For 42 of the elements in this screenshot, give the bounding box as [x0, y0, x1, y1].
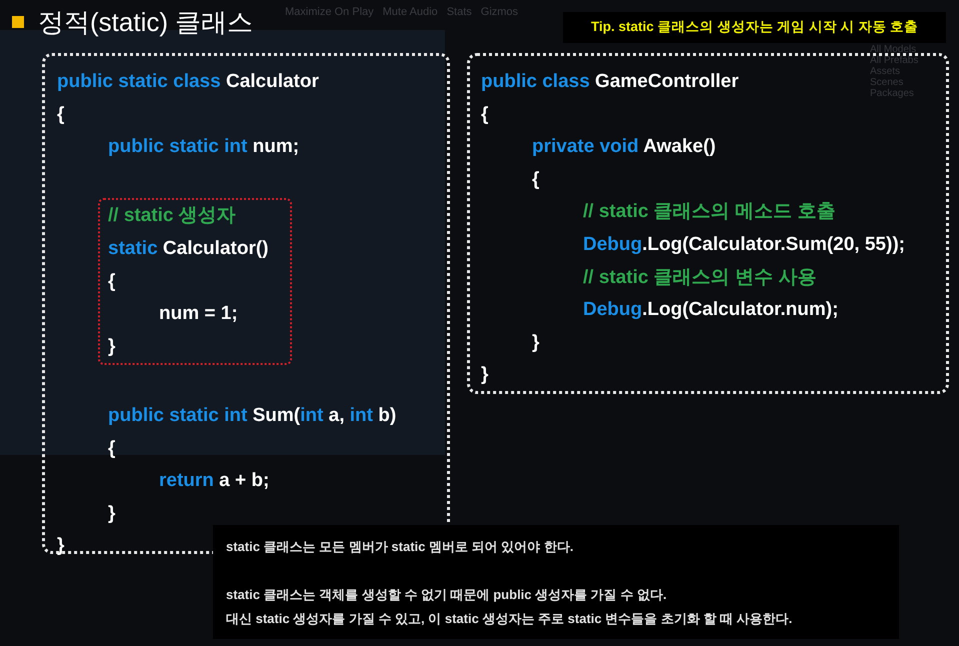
slide-title: 정적(static) 클래스: [38, 6, 254, 38]
code-text: GameController: [594, 70, 739, 94]
code-keyword: Debug: [583, 233, 642, 258]
code-text: {: [108, 436, 116, 461]
code-text: }: [108, 334, 116, 359]
code-comment: // static 클래스의 변수 사용: [583, 266, 816, 290]
code-text: Sum(: [252, 404, 300, 428]
caption-text: 대신 static 생성자를 가질 수 있고, 이 static 생성자는 주로 static 변수들을 초기화 할 때 사용한다.: [226, 610, 794, 628]
code-text: {: [481, 102, 488, 127]
code-text: {: [532, 168, 540, 192]
code-text: num;: [252, 135, 300, 160]
bullet-square: [12, 16, 24, 28]
code-text: }: [481, 363, 488, 388]
code-text: }: [532, 330, 540, 355]
code-keyword: public class: [481, 70, 590, 94]
code-keyword: public static class: [57, 70, 221, 94]
code-text: {: [108, 270, 116, 294]
code-keyword: Debug: [583, 298, 642, 322]
code-keyword: private void: [532, 135, 639, 160]
code-keyword: static: [108, 237, 158, 262]
code-keyword: public static int: [108, 135, 248, 160]
code-keyword: return: [159, 469, 214, 494]
code-text: a,: [328, 404, 346, 428]
code-text: num = 1;: [159, 302, 238, 326]
code-text: }: [57, 534, 64, 558]
code-text: .Log(Calculator.num);: [642, 298, 838, 322]
code-text: a + b;: [218, 469, 270, 494]
code-text: .Log(Calculator.Sum(20, 55));: [642, 233, 905, 258]
code-keyword: public static int: [108, 404, 248, 428]
code-text: {: [57, 102, 64, 127]
tip-banner: Tip. static 클래스의 생성자는 게임 시작 시 자동 호출: [563, 12, 946, 43]
code-comment: // static 클래스의 메소드 호출: [583, 200, 836, 224]
code-text: Awake(): [642, 135, 716, 160]
code-text: Calculator: [224, 70, 319, 94]
code-keyword: int: [300, 404, 324, 428]
code-comment: // static 생성자: [108, 204, 236, 228]
code-keyword: int: [350, 404, 373, 428]
code-text: b): [377, 404, 396, 428]
code-text: Calculator(): [162, 237, 268, 262]
code-text: }: [108, 502, 116, 526]
caption-text: static 클래스는 객체를 생성할 수 없기 때문에 public 생성자를 가질 수 없다.: [226, 586, 668, 604]
caption-text: static 클래스는 모든 멤버가 static 멤버로 되어 있어야 한다.: [226, 538, 574, 556]
